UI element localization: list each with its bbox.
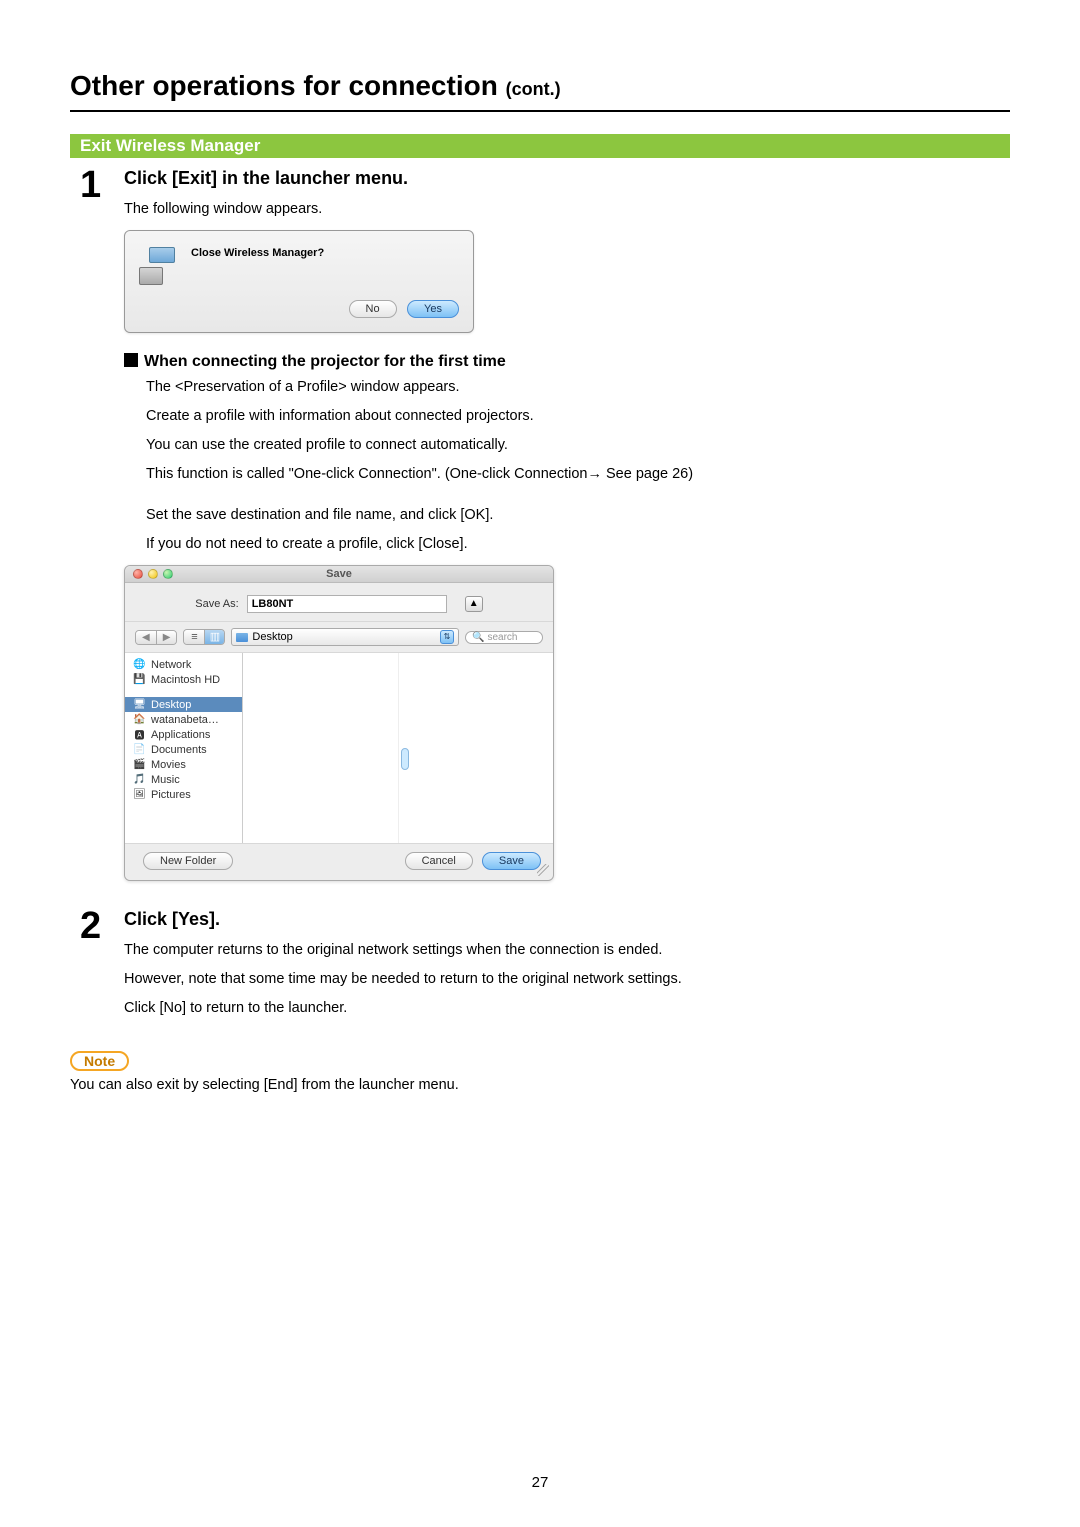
search-icon: 🔍 (472, 632, 484, 643)
nav-back-forward[interactable]: ◀▶ (135, 630, 177, 645)
new-folder-button[interactable]: New Folder (143, 852, 233, 870)
save-button[interactable]: Save (482, 852, 541, 870)
sub-line: This function is called "One-click Conne… (146, 464, 1010, 485)
title-main: Other operations for connection (70, 70, 498, 101)
network-icon: 🌐 (133, 658, 146, 671)
back-icon[interactable]: ◀ (136, 631, 156, 644)
music-icon: 🎵 (133, 773, 146, 786)
sidebar-item-movies[interactable]: 🎬Movies (125, 757, 242, 772)
disclosure-button[interactable]: ▲ (465, 596, 483, 612)
location-popup[interactable]: Desktop ⇅ (231, 628, 459, 646)
step-2-line: The computer returns to the original net… (124, 940, 1010, 961)
sub-line: You can use the created profile to conne… (146, 435, 1010, 456)
cancel-button[interactable]: Cancel (405, 852, 473, 870)
column-view-icon[interactable]: ▥ (204, 630, 224, 644)
resize-grip-icon[interactable] (537, 864, 549, 876)
first-time-subheading: When connecting the projector for the fi… (124, 353, 1010, 371)
sidebar-item-documents[interactable]: 📄Documents (125, 742, 242, 757)
wireless-manager-icon (139, 245, 179, 285)
location-label: Desktop (252, 631, 292, 643)
sub-line: The <Preservation of a Profile> window a… (146, 377, 1010, 398)
file-browser-pane[interactable] (243, 653, 553, 843)
close-wm-dialog: Close Wireless Manager? No Yes (124, 230, 474, 333)
disk-icon: 💾 (133, 673, 146, 686)
step-1-text: The following window appears. (124, 199, 1010, 220)
page-number: 27 (0, 1474, 1080, 1491)
search-placeholder: search (487, 632, 517, 643)
sidebar-item-home[interactable]: 🏠watanabeta… (125, 712, 242, 727)
note-text: You can also exit by selecting [End] fro… (70, 1075, 1010, 1096)
close-icon[interactable] (133, 569, 143, 579)
sidebar-item-pictures[interactable]: 🖼Pictures (125, 787, 242, 802)
square-bullet-icon (124, 353, 138, 367)
scroll-thumb[interactable] (401, 748, 409, 770)
sub-line: If you do not need to create a profile, … (146, 534, 1010, 555)
step-2-line: Click [No] to return to the launcher. (124, 998, 1010, 1019)
save-as-label: Save As: (195, 598, 238, 610)
yes-button[interactable]: Yes (407, 300, 459, 318)
popup-arrows-icon: ⇅ (440, 630, 454, 644)
close-wm-message: Close Wireless Manager? (191, 245, 324, 285)
note-chip: Note (70, 1051, 129, 1071)
list-view-icon[interactable]: ≡ (184, 630, 204, 644)
step-2: 2 Click [Yes]. The computer returns to t… (80, 907, 1010, 1027)
sidebar-item-macintosh-hd[interactable]: 💾Macintosh HD (125, 672, 242, 687)
step-2-line: However, note that some time may be need… (124, 969, 1010, 990)
save-dialog-title: Save (125, 568, 553, 580)
movies-icon: 🎬 (133, 758, 146, 771)
desktop-icon: 🖥 (133, 698, 146, 711)
documents-icon: 📄 (133, 743, 146, 756)
title-suffix: (cont.) (506, 79, 561, 99)
sidebar-item-applications[interactable]: 🅰Applications (125, 727, 242, 742)
search-input[interactable]: 🔍 search (465, 631, 543, 644)
no-button[interactable]: No (349, 300, 397, 318)
view-mode-toggle[interactable]: ≡ ▥ (183, 629, 225, 645)
pictures-icon: 🖼 (133, 788, 146, 801)
save-sidebar: 🌐Network 💾Macintosh HD 🖥Desktop 🏠watanab… (125, 653, 243, 843)
save-as-input[interactable] (247, 595, 447, 613)
sidebar-item-music[interactable]: 🎵Music (125, 772, 242, 787)
sidebar-item-desktop[interactable]: 🖥Desktop (125, 697, 242, 712)
step-1: 1 Click [Exit] in the launcher menu. The… (80, 166, 1010, 901)
zoom-icon[interactable] (163, 569, 173, 579)
page-title: Other operations for connection (cont.) (70, 70, 1010, 112)
desktop-icon (236, 633, 248, 642)
sidebar-item-network[interactable]: 🌐Network (125, 657, 242, 672)
sub-line: Set the save destination and file name, … (146, 505, 1010, 526)
applications-icon: 🅰 (133, 728, 146, 741)
minimize-icon[interactable] (148, 569, 158, 579)
step-2-heading: Click [Yes]. (124, 909, 1010, 930)
sub-line: Create a profile with information about … (146, 406, 1010, 427)
step-1-heading: Click [Exit] in the launcher menu. (124, 168, 1010, 189)
home-icon: 🏠 (133, 713, 146, 726)
step-1-number: 1 (80, 166, 124, 901)
save-dialog: Save Save As: ▲ ◀▶ ≡ ▥ Desktop (124, 565, 554, 881)
forward-icon[interactable]: ▶ (156, 631, 177, 644)
step-2-number: 2 (80, 907, 124, 1027)
section-bar: Exit Wireless Manager (70, 134, 1010, 158)
